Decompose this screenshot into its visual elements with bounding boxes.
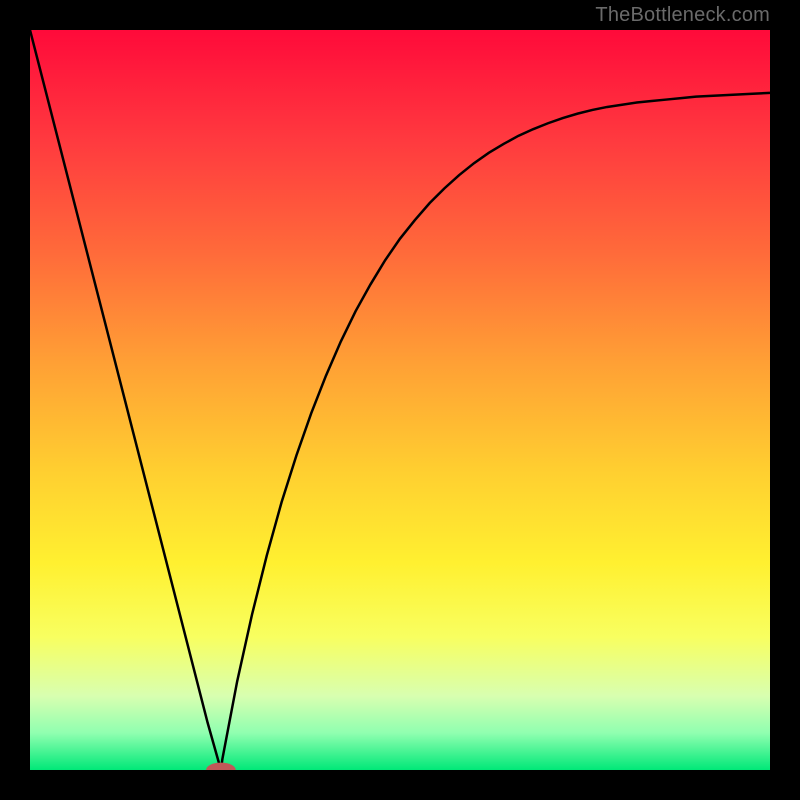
watermark-text: TheBottleneck.com [595,4,770,27]
chart-background [30,30,770,770]
bottleneck-chart [30,30,770,770]
